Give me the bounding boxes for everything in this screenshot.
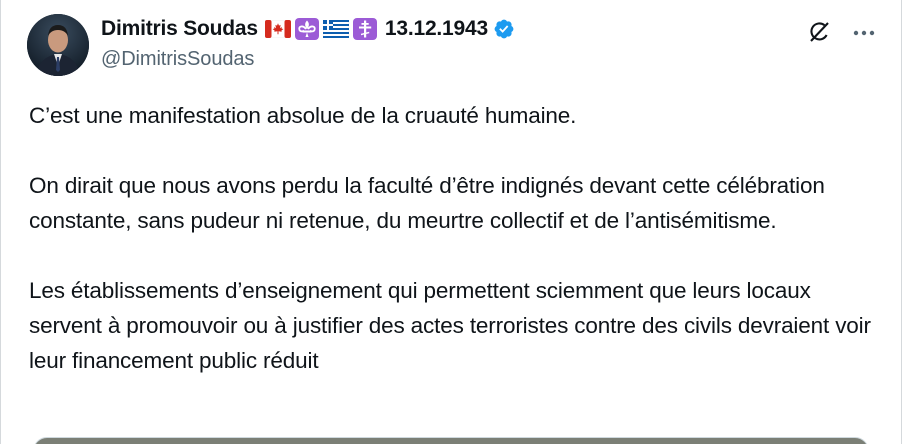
media-preview[interactable]: [33, 437, 869, 444]
tweet-text: C’est une manifestation absolue de la cr…: [29, 98, 871, 378]
more-icon[interactable]: [853, 23, 875, 41]
avatar[interactable]: [27, 14, 89, 76]
header-actions: [807, 20, 875, 44]
author-name-date: 13.12.1943: [384, 17, 488, 40]
verified-badge-icon[interactable]: [493, 18, 515, 40]
tweet-header: Dimitris Soudas 13.12.1943 @DimitrisSoud…: [101, 14, 781, 71]
author-handle[interactable]: @DimitrisSoudas: [101, 48, 781, 71]
tweet-paragraph: Les établissements d’enseignement qui pe…: [29, 278, 871, 373]
grok-icon[interactable]: [807, 20, 831, 44]
fleur-de-lis-icon: [294, 18, 319, 40]
greece-flag-icon: [322, 19, 349, 39]
tweet-card[interactable]: Dimitris Soudas 13.12.1943 @DimitrisSoud…: [0, 0, 902, 444]
author-row: Dimitris Soudas 13.12.1943: [101, 14, 781, 44]
tweet-paragraph: C’est une manifestation absolue de la cr…: [29, 103, 577, 128]
author-name[interactable]: Dimitris Soudas: [101, 17, 258, 41]
orthodox-cross-icon: [352, 18, 377, 40]
canada-flag-icon: [264, 19, 291, 39]
tweet-paragraph: On dirait que nous avons perdu la facult…: [29, 173, 825, 233]
